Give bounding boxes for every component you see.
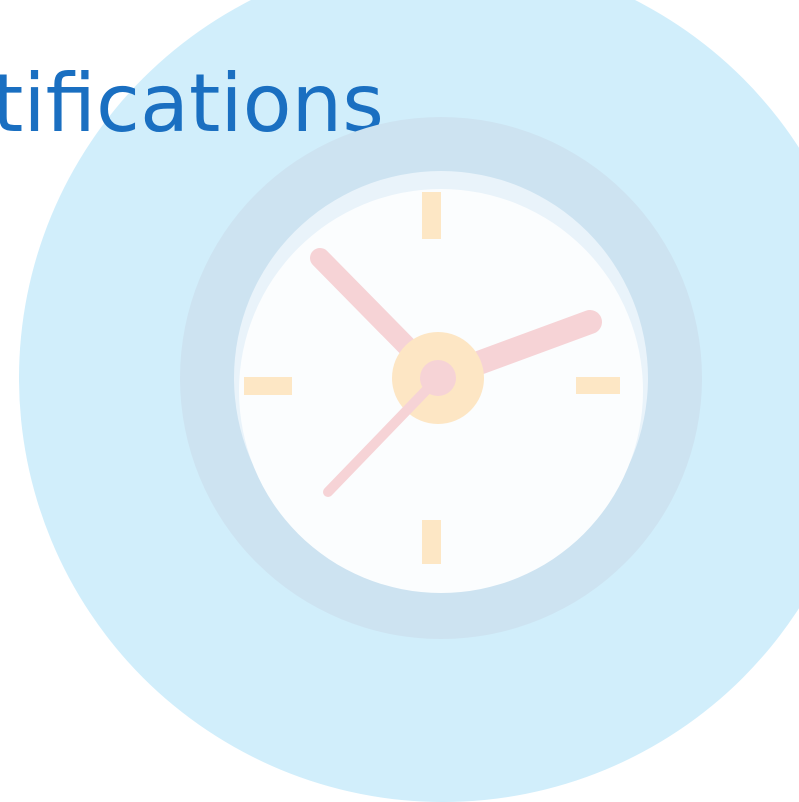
tick-6: [422, 520, 441, 564]
tick-9: [244, 377, 292, 395]
illustration-canvas: tifications: [0, 0, 799, 802]
tick-3: [576, 377, 620, 394]
clock-icon: [180, 117, 702, 639]
tick-12: [422, 192, 441, 239]
clock-hub-inner: [420, 360, 456, 396]
